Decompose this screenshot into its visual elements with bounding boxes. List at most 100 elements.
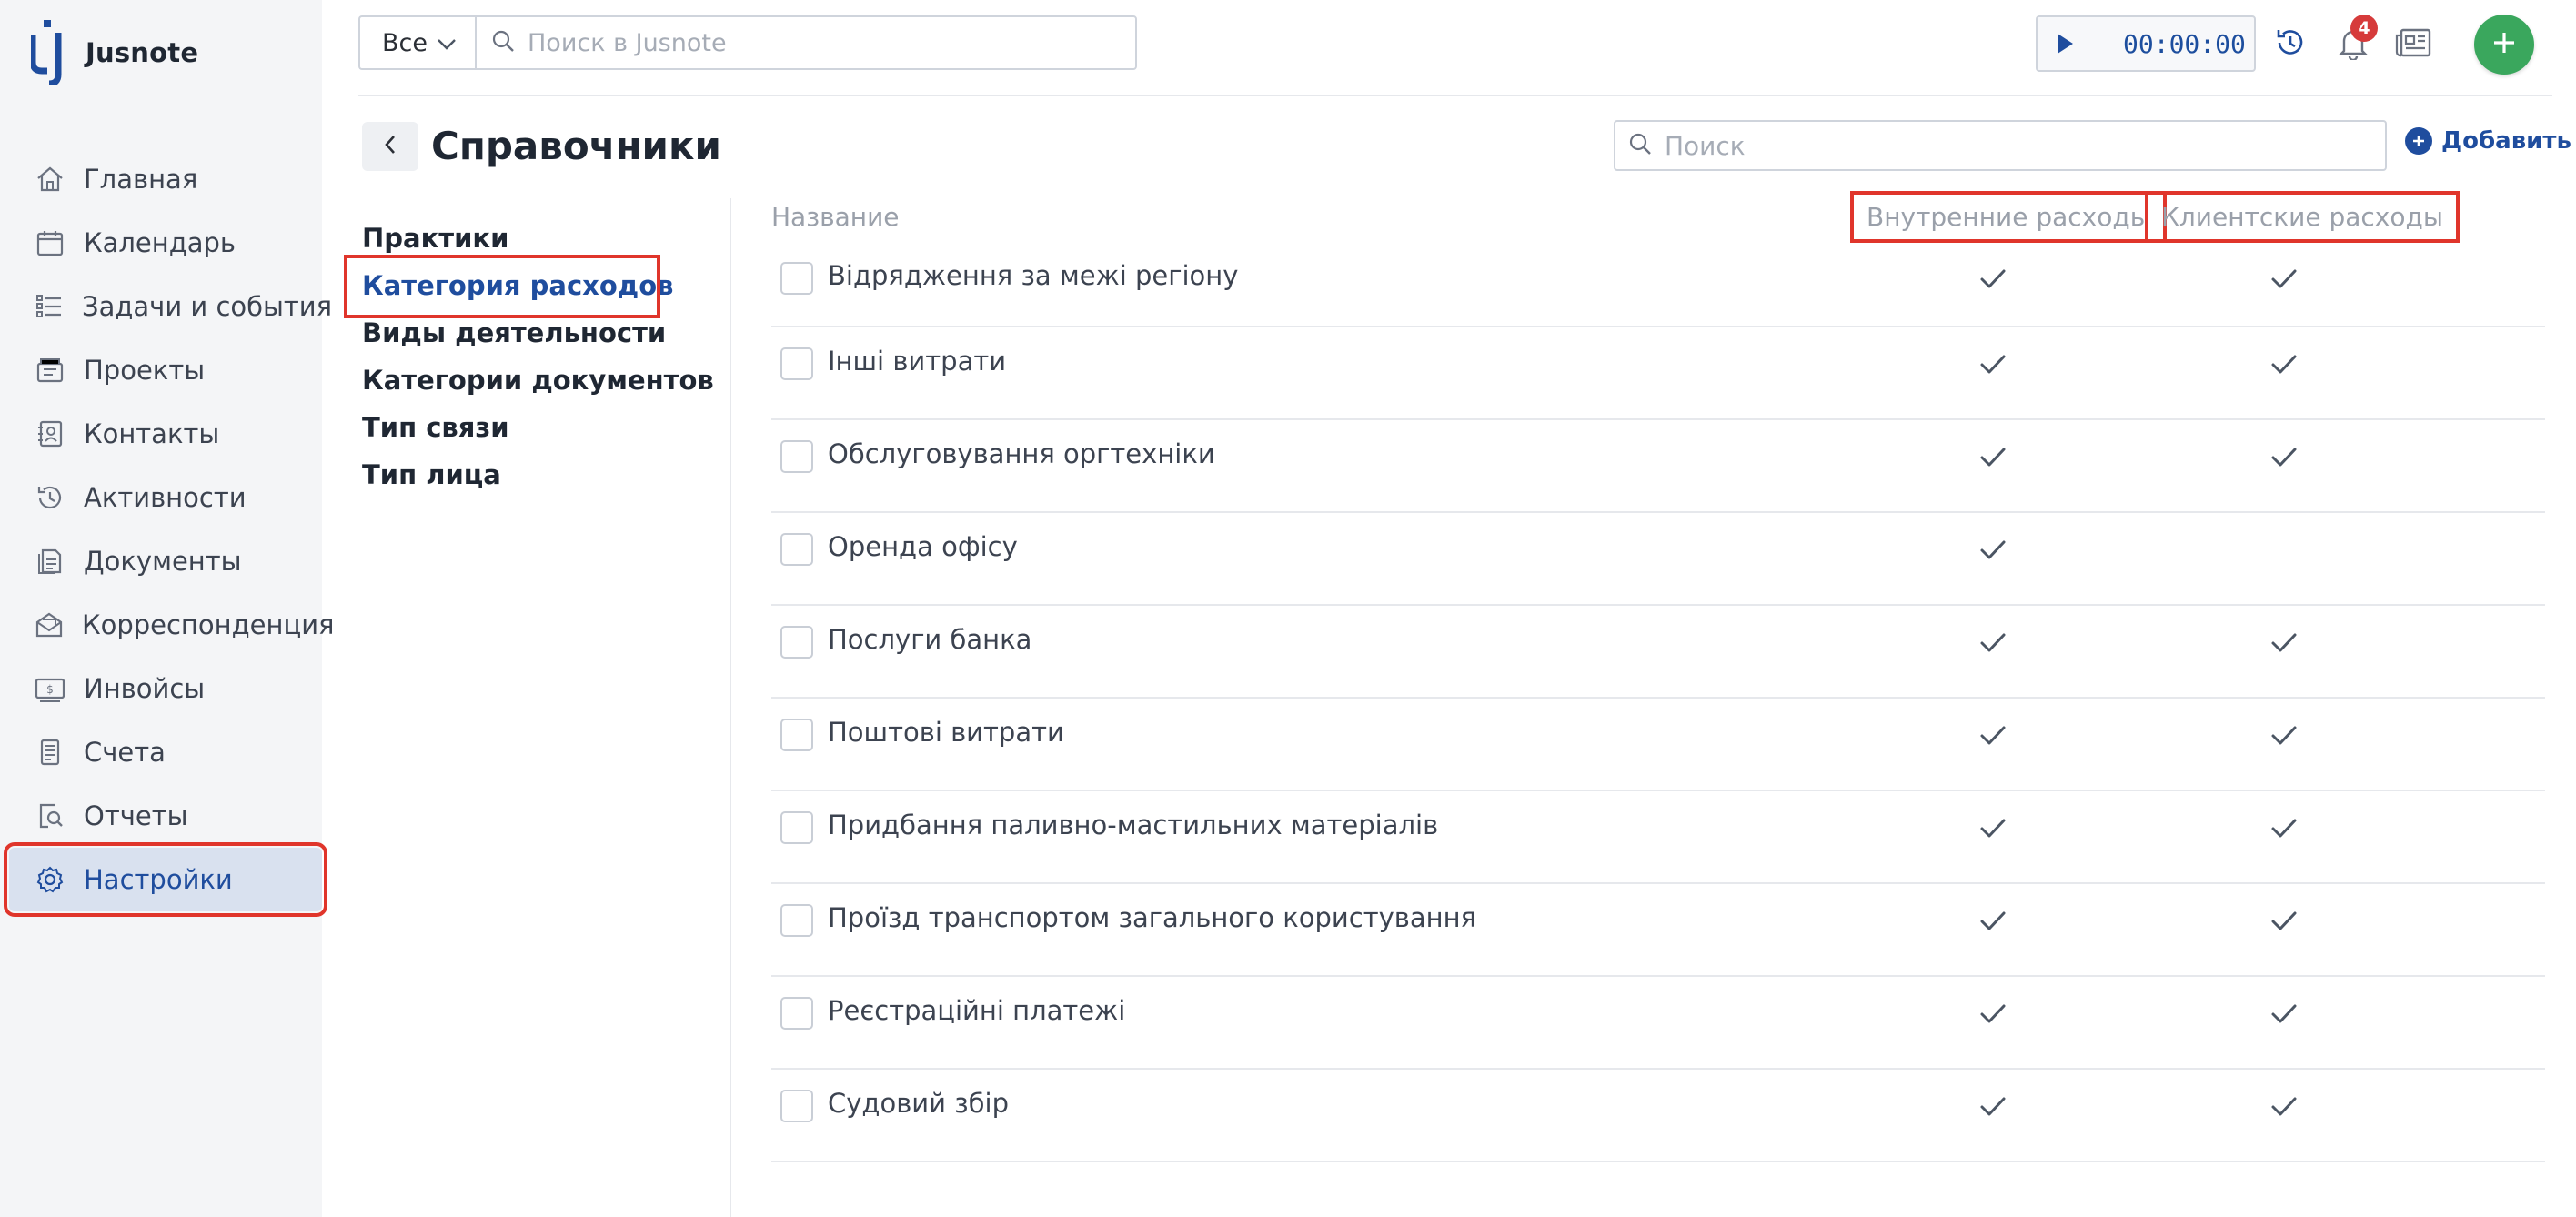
- column-header-client-expenses[interactable]: Клиентские расходы: [2145, 191, 2460, 243]
- table-row[interactable]: Судовий збір: [771, 1070, 2545, 1162]
- play-icon[interactable]: [2038, 32, 2092, 55]
- table-row[interactable]: Обслуговування оргтехніки: [771, 420, 2545, 513]
- sidebar-item-activities[interactable]: Активности: [9, 466, 322, 529]
- gear-icon: [35, 864, 65, 895]
- checkmark-icon: [2269, 628, 2299, 659]
- table-row[interactable]: Поштові витрати: [771, 699, 2545, 791]
- sidebar-item-correspondence[interactable]: Корреспонденция: [9, 593, 334, 657]
- timer-history-icon[interactable]: [2267, 20, 2312, 65]
- table-row[interactable]: Придбання паливно-мастильних матеріалів: [771, 791, 2545, 884]
- sidebar-item-home[interactable]: Главная: [9, 147, 322, 211]
- row-name: Відрядження за межі регіону: [828, 260, 1239, 291]
- sidebar-item-accounts[interactable]: Счета: [9, 720, 322, 784]
- reference-submenu: Практики Категория расходов Виды деятель…: [344, 215, 726, 498]
- row-checkbox[interactable]: [780, 262, 813, 295]
- global-search: [475, 15, 1137, 70]
- sidebar-item-reports[interactable]: Отчеты: [9, 784, 322, 848]
- row-checkbox[interactable]: [780, 904, 813, 937]
- checkmark-icon: [2269, 1091, 2299, 1122]
- checkmark-icon: [2269, 906, 2299, 937]
- checkmark-icon: [1977, 535, 2008, 566]
- row-name: Реєстраційні платежі: [828, 995, 1126, 1026]
- tasks-icon: [35, 291, 64, 322]
- global-search-input[interactable]: [528, 28, 1110, 57]
- add-button[interactable]: Добавить: [2405, 127, 2571, 155]
- list-search-input[interactable]: [1665, 130, 2356, 161]
- row-checkbox[interactable]: [780, 440, 813, 473]
- row-checkbox[interactable]: [780, 997, 813, 1030]
- row-checkbox[interactable]: [780, 1090, 813, 1122]
- add-button-label: Добавить: [2441, 127, 2571, 155]
- row-name: Придбання паливно-мастильних матеріалів: [828, 810, 1439, 840]
- news-icon[interactable]: [2390, 20, 2436, 65]
- checkmark-icon: [1977, 999, 2008, 1030]
- row-checkbox[interactable]: [780, 347, 813, 380]
- table-row[interactable]: Проїзд транспортом загального користуван…: [771, 884, 2545, 977]
- checkmark-icon: [2269, 349, 2299, 380]
- history-icon: [35, 482, 65, 513]
- row-name: Обслуговування оргтехніки: [828, 438, 1215, 469]
- page-title: Справочники: [431, 124, 721, 168]
- notifications-badge: 4: [2350, 15, 2378, 42]
- row-checkbox[interactable]: [780, 626, 813, 659]
- sidebar-item-label: Календарь: [84, 227, 236, 258]
- mail-icon: [35, 609, 64, 640]
- column-header-name[interactable]: Название: [771, 202, 900, 232]
- table-body: Відрядження за межі регіону Інші витрати О…: [771, 251, 2545, 1162]
- table-row[interactable]: Послуги банка: [771, 606, 2545, 699]
- sidebar-item-calendar[interactable]: Календарь: [9, 211, 322, 275]
- sidebar-item-label: Инвойсы: [84, 673, 206, 704]
- checkmark-icon: [1977, 720, 2008, 751]
- submenu-item-document-categories[interactable]: Категории документов: [362, 357, 726, 404]
- checkmark-icon: [1977, 264, 2008, 295]
- create-new-button[interactable]: [2474, 15, 2534, 75]
- table-row[interactable]: Відрядження за межі регіону: [771, 251, 2545, 327]
- sidebar-item-projects[interactable]: Проекты: [9, 338, 322, 402]
- sidebar-item-label: Проекты: [84, 355, 206, 386]
- row-checkbox[interactable]: [780, 533, 813, 566]
- row-name: Послуги банка: [828, 624, 1032, 655]
- plus-icon: [2490, 29, 2518, 60]
- table-header: Название Внутренние расходы Клиентские р…: [771, 189, 2545, 251]
- expense-categories-table: Название Внутренние расходы Клиентские р…: [771, 189, 2545, 1162]
- sidebar-item-invoices[interactable]: $ Инвойсы: [9, 657, 322, 720]
- jusnote-logo-icon: [29, 20, 69, 87]
- app-logo[interactable]: Jusnote: [29, 20, 198, 87]
- projects-icon: [35, 355, 65, 386]
- calendar-icon: [35, 227, 65, 258]
- row-name: Поштові витрати: [828, 717, 1064, 748]
- checkmark-icon: [2269, 720, 2299, 751]
- checkmark-icon: [1977, 906, 2008, 937]
- column-header-internal-expenses[interactable]: Внутренние расходы: [1850, 191, 2167, 243]
- vertical-divider: [730, 198, 731, 1217]
- search-scope-value: Все: [382, 28, 428, 57]
- submenu-item-person-type[interactable]: Тип лица: [362, 451, 726, 498]
- checkmark-icon: [2269, 813, 2299, 844]
- sidebar: Jusnote Главная Календарь Задачи и событ…: [0, 0, 334, 1217]
- sidebar-item-settings[interactable]: Настройки: [4, 842, 327, 917]
- submenu-item-expense-categories[interactable]: Категория расходов: [344, 255, 726, 318]
- sidebar-item-label: Отчеты: [84, 800, 188, 831]
- bell-icon[interactable]: 4: [2330, 15, 2378, 65]
- row-checkbox[interactable]: [780, 811, 813, 844]
- sidebar-item-label: Активности: [84, 482, 247, 513]
- chevron-down-icon: [437, 29, 457, 57]
- table-row[interactable]: Інші витрати: [771, 327, 2545, 420]
- row-checkbox[interactable]: [780, 719, 813, 751]
- sidebar-item-contacts[interactable]: Контакты: [9, 402, 322, 466]
- search-icon: [491, 29, 515, 56]
- search-scope-select[interactable]: Все: [358, 15, 475, 70]
- table-row[interactable]: Реєстраційні платежі: [771, 977, 2545, 1070]
- sidebar-item-tasks[interactable]: Задачи и события: [9, 275, 332, 338]
- table-row[interactable]: Оренда офісу: [771, 513, 2545, 606]
- back-button[interactable]: [362, 122, 418, 171]
- sidebar-item-label: Документы: [84, 546, 242, 577]
- sidebar-item-label: Настройки: [84, 864, 233, 895]
- submenu-item-relation-type[interactable]: Тип связи: [362, 404, 726, 451]
- row-name: Проїзд транспортом загального користуван…: [828, 902, 1476, 933]
- sidebar-item-label: Контакты: [84, 418, 220, 449]
- checkmark-icon: [1977, 442, 2008, 473]
- sidebar-item-label: Корреспонденция: [82, 609, 335, 640]
- checkmark-icon: [1977, 813, 2008, 844]
- sidebar-item-documents[interactable]: Документы: [9, 529, 322, 593]
